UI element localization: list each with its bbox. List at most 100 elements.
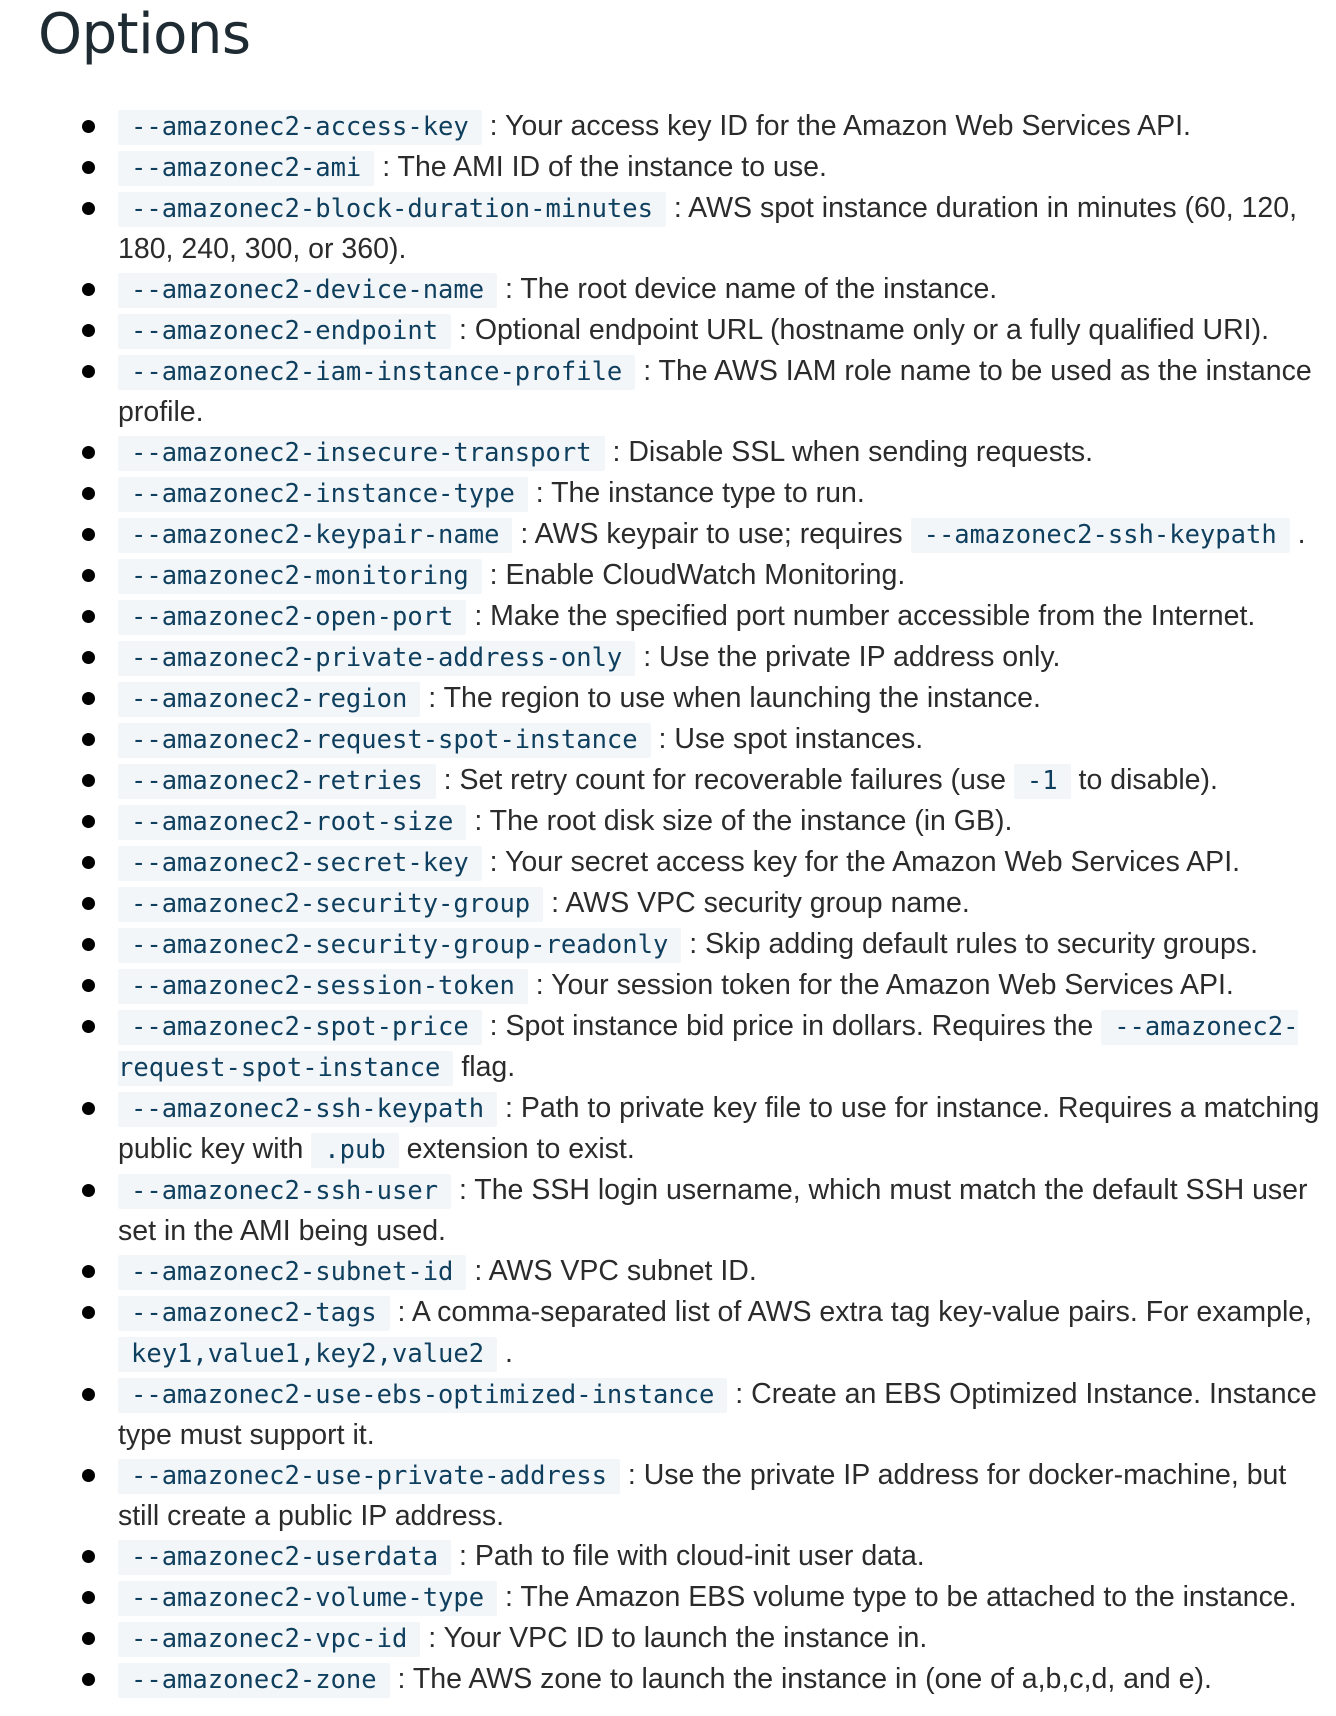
bullet-icon <box>82 324 95 337</box>
bullet-icon <box>82 283 95 296</box>
option-item: --amazonec2-session-token : Your session… <box>0 965 1336 1006</box>
option-flag: --amazonec2-device-name <box>118 273 498 308</box>
option-description: Your access key ID for the Amazon Web Se… <box>505 110 1191 142</box>
option-flag: --amazonec2-iam-instance-profile <box>118 355 636 390</box>
option-description: The instance type to run. <box>551 477 865 509</box>
option-description: Set retry count for recoverable failures… <box>459 764 1006 796</box>
option-description-suffix: flag. <box>461 1051 516 1083</box>
option-flag: --amazonec2-session-token <box>118 969 528 1004</box>
option-item: --amazonec2-zone : The AWS zone to launc… <box>0 1659 1336 1700</box>
option-item: --amazonec2-volume-type : The Amazon EBS… <box>0 1577 1336 1618</box>
option-item: --amazonec2-retries : Set retry count fo… <box>0 760 1336 801</box>
option-description: Skip adding default rules to security gr… <box>705 928 1259 960</box>
inline-code: -1 <box>1013 764 1071 799</box>
option-flag: --amazonec2-private-address-only <box>118 641 636 676</box>
bullet-icon <box>82 446 95 459</box>
option-description: The AWS zone to launch the instance in (… <box>412 1663 1212 1695</box>
option-flag: --amazonec2-access-key <box>118 110 482 145</box>
bullet-icon <box>82 1469 95 1482</box>
option-item: --amazonec2-device-name : The root devic… <box>0 269 1336 310</box>
option-description-suffix: extension to exist. <box>406 1133 635 1165</box>
option-description: AWS VPC subnet ID. <box>488 1255 757 1287</box>
option-item: --amazonec2-use-private-address : Use th… <box>0 1455 1336 1536</box>
bullet-icon <box>82 1020 95 1033</box>
option-flag: --amazonec2-ssh-user <box>118 1174 452 1209</box>
option-item: --amazonec2-access-key : Your access key… <box>0 106 1336 147</box>
option-item: --amazonec2-ami : The AMI ID of the inst… <box>0 147 1336 188</box>
option-flag: --amazonec2-use-ebs-optimized-instance <box>118 1378 728 1413</box>
option-description: Disable SSL when sending requests. <box>628 436 1094 468</box>
option-description: Use the private IP address only. <box>659 641 1061 673</box>
option-item: --amazonec2-security-group : AWS VPC sec… <box>0 883 1336 924</box>
option-item: --amazonec2-spot-price : Spot instance b… <box>0 1006 1336 1088</box>
option-flag: --amazonec2-vpc-id <box>118 1622 421 1657</box>
bullet-icon <box>82 1591 95 1604</box>
bullet-icon <box>82 1265 95 1278</box>
option-flag: --amazonec2-retries <box>118 764 436 799</box>
option-item: --amazonec2-keypair-name : AWS keypair t… <box>0 514 1336 555</box>
option-description: The root device name of the instance. <box>520 273 998 305</box>
option-description: Enable CloudWatch Monitoring. <box>505 559 906 591</box>
option-flag: --amazonec2-request-spot-instance <box>118 723 651 758</box>
inline-code: .pub <box>311 1133 399 1168</box>
option-flag: --amazonec2-security-group <box>118 887 544 922</box>
option-item: --amazonec2-insecure-transport : Disable… <box>0 432 1336 473</box>
bullet-icon <box>82 1102 95 1115</box>
option-item: --amazonec2-vpc-id : Your VPC ID to laun… <box>0 1618 1336 1659</box>
option-description: The AMI ID of the instance to use. <box>397 151 827 183</box>
option-item: --amazonec2-block-duration-minutes : AWS… <box>0 188 1336 269</box>
option-item: --amazonec2-request-spot-instance : Use … <box>0 719 1336 760</box>
inline-code: --amazonec2-ssh-keypath <box>910 518 1290 553</box>
bullet-icon <box>82 938 95 951</box>
bullet-icon <box>82 1306 95 1319</box>
bullet-icon <box>82 692 95 705</box>
option-item: --amazonec2-ssh-user : The SSH login use… <box>0 1170 1336 1251</box>
bullet-icon <box>82 897 95 910</box>
bullet-icon <box>82 365 95 378</box>
option-flag: --amazonec2-subnet-id <box>118 1255 467 1290</box>
bullet-icon <box>82 815 95 828</box>
option-item: --amazonec2-use-ebs-optimized-instance :… <box>0 1374 1336 1455</box>
option-flag: --amazonec2-keypair-name <box>118 518 513 553</box>
option-flag: --amazonec2-root-size <box>118 805 467 840</box>
option-description: Spot instance bid price in dollars. Requ… <box>505 1010 1094 1042</box>
bullet-icon <box>82 1673 95 1686</box>
option-description: Your secret access key for the Amazon We… <box>505 846 1241 878</box>
option-item: --amazonec2-monitoring : Enable CloudWat… <box>0 555 1336 596</box>
option-description: A comma-separated list of AWS extra tag … <box>411 1296 1313 1328</box>
option-description: Optional endpoint URL (hostname only or … <box>474 314 1269 346</box>
option-description-suffix: . <box>505 1337 513 1369</box>
inline-code: key1,value1,key2,value2 <box>118 1337 498 1372</box>
option-flag: --amazonec2-spot-price <box>118 1010 482 1045</box>
option-item: --amazonec2-ssh-keypath : Path to privat… <box>0 1088 1336 1170</box>
options-list: --amazonec2-access-key : Your access key… <box>0 106 1336 1700</box>
bullet-icon <box>82 774 95 787</box>
option-item: --amazonec2-private-address-only : Use t… <box>0 637 1336 678</box>
bullet-icon <box>82 856 95 869</box>
bullet-icon <box>82 651 95 664</box>
option-description: AWS keypair to use; requires <box>534 518 903 550</box>
option-flag: --amazonec2-endpoint <box>118 314 452 349</box>
option-flag: --amazonec2-use-private-address <box>118 1459 620 1494</box>
option-flag: --amazonec2-block-duration-minutes <box>118 192 666 227</box>
bullet-icon <box>82 979 95 992</box>
option-item: --amazonec2-endpoint : Optional endpoint… <box>0 310 1336 351</box>
option-description: Your VPC ID to launch the instance in. <box>443 1622 928 1654</box>
bullet-icon <box>82 487 95 500</box>
option-item: --amazonec2-instance-type : The instance… <box>0 473 1336 514</box>
bullet-icon <box>82 161 95 174</box>
option-description-suffix: to disable). <box>1078 764 1218 796</box>
bullet-icon <box>82 1388 95 1401</box>
option-flag: --amazonec2-userdata <box>118 1540 452 1575</box>
option-item: --amazonec2-secret-key : Your secret acc… <box>0 842 1336 883</box>
bullet-icon <box>82 1632 95 1645</box>
option-description: The region to use when launching the ins… <box>443 682 1041 714</box>
option-description: Make the specified port number accessibl… <box>490 600 1256 632</box>
option-description: Path to file with cloud-init user data. <box>474 1540 925 1572</box>
bullet-icon <box>82 120 95 133</box>
option-flag: --amazonec2-ami <box>118 151 375 186</box>
option-description: Your session token for the Amazon Web Se… <box>551 969 1234 1001</box>
option-item: --amazonec2-tags : A comma-separated lis… <box>0 1292 1336 1374</box>
bullet-icon <box>82 202 95 215</box>
option-item: --amazonec2-subnet-id : AWS VPC subnet I… <box>0 1251 1336 1292</box>
